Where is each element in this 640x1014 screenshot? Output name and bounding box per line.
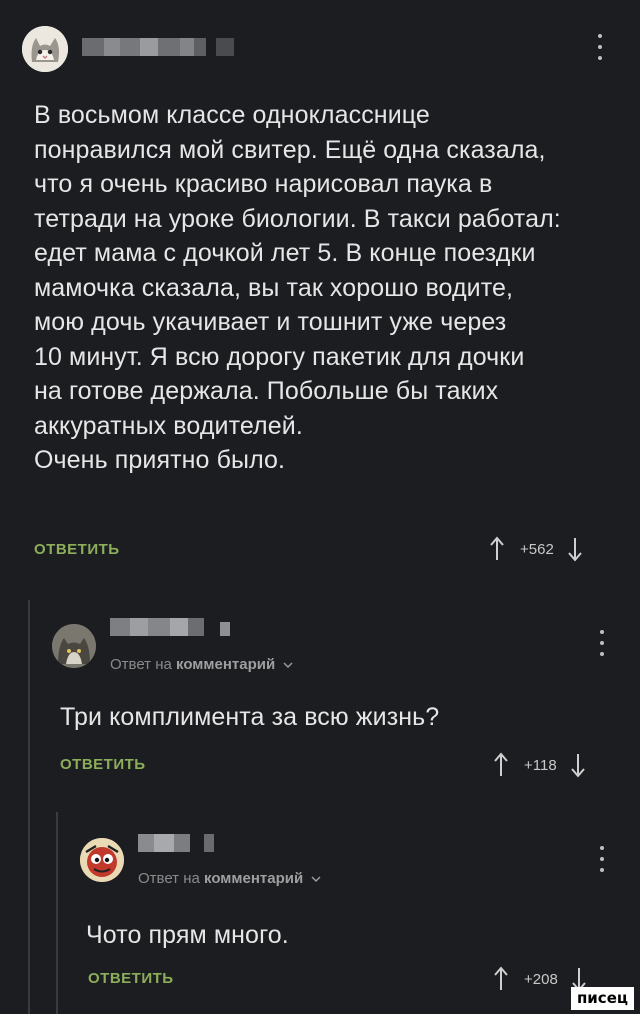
reply-to-label: Ответ на комментарий bbox=[138, 870, 321, 887]
watermark: писец bbox=[570, 987, 634, 1010]
cartoon-avatar[interactable] bbox=[80, 838, 124, 882]
reply-to-link[interactable]: комментарий bbox=[204, 870, 303, 887]
comment-text: Чото прям много. bbox=[86, 921, 289, 949]
reply-button[interactable]: ОТВЕТИТЬ bbox=[88, 970, 174, 987]
kebab-menu-icon[interactable] bbox=[598, 846, 606, 872]
rating-count: +208 bbox=[524, 970, 558, 988]
username-blurred[interactable] bbox=[138, 834, 214, 852]
chevron-down-icon[interactable] bbox=[311, 875, 321, 883]
reply-to-prefix: Ответ на bbox=[138, 870, 200, 887]
comment-reply-2: Ответ на комментарий Чото прям много. ОТ… bbox=[0, 0, 640, 1014]
arrow-up-icon[interactable] bbox=[494, 966, 508, 992]
